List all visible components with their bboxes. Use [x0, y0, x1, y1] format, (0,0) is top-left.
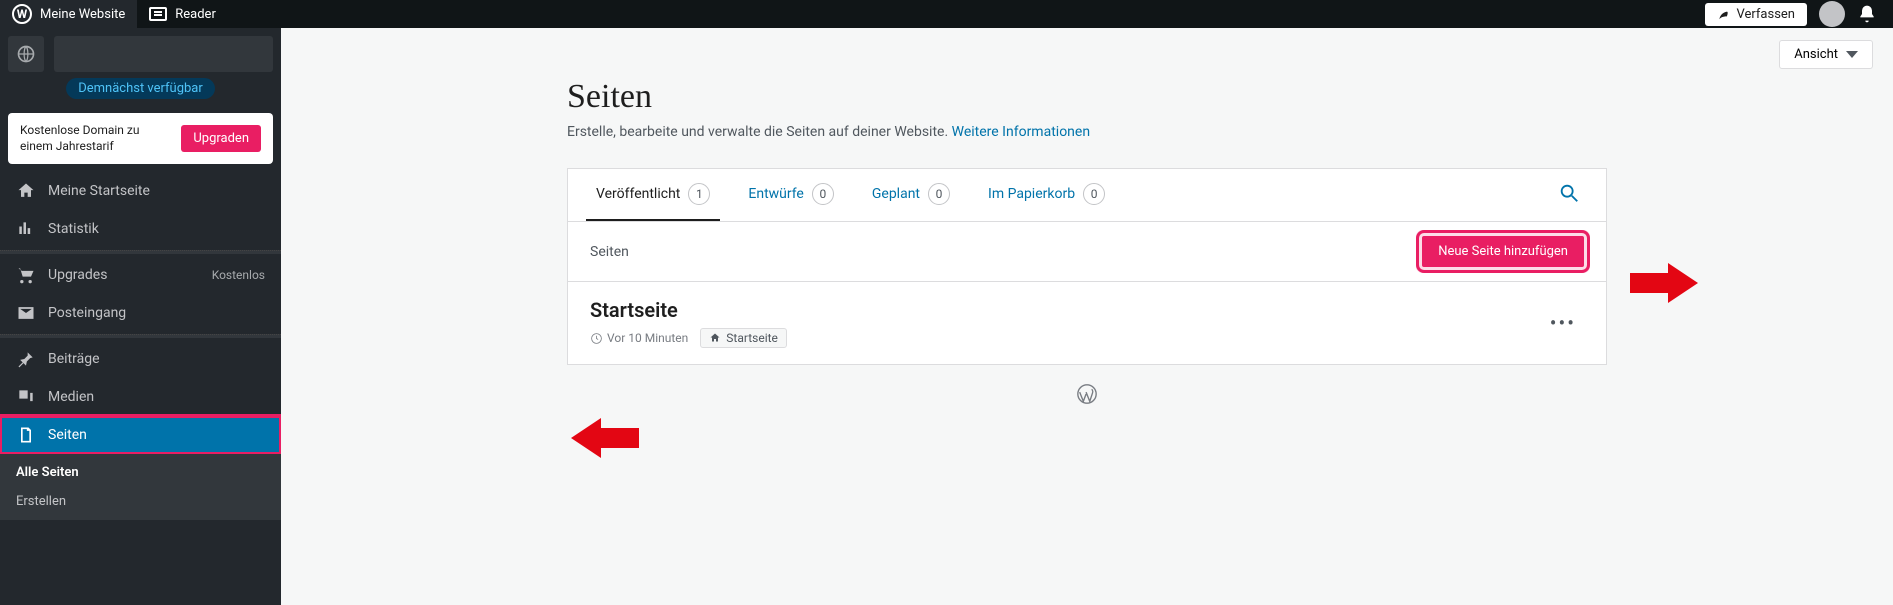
content-wrapper: Seiten Erstelle, bearbeite und verwalte … [547, 28, 1627, 447]
search-button[interactable] [1550, 174, 1588, 216]
my-site-label: Meine Website [40, 7, 125, 22]
sidebar-item-pages[interactable]: Seiten [0, 416, 281, 454]
home-badge: Startseite [700, 328, 787, 348]
stats-icon [16, 219, 36, 239]
clock-icon [590, 332, 603, 345]
view-toggle[interactable]: Ansicht [1779, 40, 1873, 69]
tab-count: 1 [688, 183, 710, 205]
page-description: Erstelle, bearbeite und verwalte die Sei… [567, 124, 1607, 140]
coming-soon-badge[interactable]: Demnächst verfügbar [66, 78, 215, 99]
sidebar-item-upgrades[interactable]: Upgrades Kostenlos [0, 256, 281, 294]
page-info: Startseite Vor 10 Minuten Startseite [590, 298, 787, 348]
submenu-create[interactable]: Erstellen [0, 487, 281, 516]
sidebar-item-media[interactable]: Medien [0, 378, 281, 416]
sidebar-item-label: Upgrades [48, 267, 200, 283]
reader-tab[interactable]: Reader [137, 0, 228, 28]
wp-footer [567, 365, 1607, 427]
media-icon [16, 387, 36, 407]
tab-published[interactable]: Veröffentlicht 1 [586, 169, 720, 221]
pages-icon [16, 425, 36, 445]
compose-button[interactable]: Verfassen [1705, 3, 1807, 26]
sidebar-item-label: Beiträge [48, 351, 265, 367]
pin-icon [16, 349, 36, 369]
upgrades-meta: Kostenlos [212, 268, 265, 282]
add-page-button[interactable]: Neue Seite hinzufügen [1422, 236, 1584, 267]
tab-label: Im Papierkorb [988, 186, 1075, 202]
reader-icon [149, 7, 167, 21]
upgrade-button[interactable]: Upgraden [181, 125, 261, 152]
page-row[interactable]: Startseite Vor 10 Minuten Startseite [568, 282, 1606, 364]
domain-promo-text: Kostenlose Domain zu einem Jahrestarif [20, 123, 171, 154]
page-time: Vor 10 Minuten [590, 331, 688, 345]
tab-drafts[interactable]: Entwürfe 0 [738, 169, 843, 221]
reader-label: Reader [175, 7, 216, 22]
home-icon [16, 181, 36, 201]
sidebar-item-stats[interactable]: Statistik [0, 210, 281, 248]
sidebar-nav: Meine Startseite Statistik Upgrades Kost… [0, 172, 281, 520]
domain-promo-box: Kostenlose Domain zu einem Jahrestarif U… [8, 113, 273, 164]
sidebar: Demnächst verfügbar Kostenlose Domain zu… [0, 28, 281, 605]
coming-soon-row: Demnächst verfügbar [8, 72, 273, 105]
section-label: Seiten [590, 244, 629, 260]
sidebar-item-label: Meine Startseite [48, 183, 265, 199]
my-site-tab[interactable]: W Meine Website [0, 0, 137, 28]
tabs-row: Veröffentlicht 1 Entwürfe 0 Geplant 0 Im… [568, 169, 1606, 222]
site-header: Demnächst verfügbar [0, 28, 281, 113]
pages-panel: Veröffentlicht 1 Entwürfe 0 Geplant 0 Im… [567, 168, 1607, 365]
wordpress-logo-icon [1076, 383, 1098, 405]
sidebar-item-label: Statistik [48, 221, 265, 237]
page-meta: Vor 10 Minuten Startseite [590, 328, 787, 348]
main-content: Ansicht Seiten Erstelle, bearbeite und v… [281, 28, 1893, 605]
nav-separator [0, 250, 281, 254]
leaf-icon [1717, 7, 1731, 21]
tab-count: 0 [812, 183, 834, 205]
page-desc-text: Erstelle, bearbeite und verwalte die Sei… [567, 124, 952, 140]
sidebar-item-posts[interactable]: Beiträge [0, 340, 281, 378]
search-icon [1558, 182, 1580, 204]
tab-scheduled[interactable]: Geplant 0 [862, 169, 960, 221]
chevron-down-icon [1846, 51, 1858, 58]
mail-icon [16, 303, 36, 323]
sidebar-item-label: Posteingang [48, 305, 265, 321]
tab-label: Geplant [872, 186, 920, 202]
sidebar-item-inbox[interactable]: Posteingang [0, 294, 281, 332]
view-toggle-label: Ansicht [1794, 47, 1838, 62]
submenu-all-pages[interactable]: Alle Seiten [0, 458, 281, 487]
avatar[interactable] [1819, 1, 1845, 27]
topbar: W Meine Website Reader Verfassen [0, 0, 1893, 28]
bell-icon[interactable] [1857, 4, 1877, 24]
topbar-right: Verfassen [1705, 0, 1893, 28]
sidebar-item-label: Medien [48, 389, 265, 405]
cart-icon [16, 265, 36, 285]
page-title: Seiten [567, 78, 1607, 116]
site-icon-box[interactable] [8, 36, 44, 72]
topbar-left: W Meine Website Reader [0, 0, 228, 28]
nav-separator [0, 334, 281, 338]
tab-label: Veröffentlicht [596, 186, 680, 202]
pages-submenu: Alle Seiten Erstellen [0, 454, 281, 520]
wordpress-logo-icon: W [12, 4, 32, 24]
compose-label: Verfassen [1737, 7, 1795, 22]
tab-count: 0 [928, 183, 950, 205]
globe-icon [16, 44, 36, 64]
tab-count: 0 [1083, 183, 1105, 205]
tab-label: Entwürfe [748, 186, 803, 202]
home-badge-text: Startseite [726, 331, 778, 345]
page-row-title: Startseite [590, 298, 787, 322]
tab-trash[interactable]: Im Papierkorb 0 [978, 169, 1115, 221]
sidebar-item-home[interactable]: Meine Startseite [0, 172, 281, 210]
more-button[interactable]: ••• [1542, 307, 1584, 339]
home-icon [709, 332, 721, 344]
section-header: Seiten Neue Seite hinzufügen [568, 222, 1606, 282]
more-info-link[interactable]: Weitere Informationen [952, 124, 1090, 140]
site-title-placeholder[interactable] [54, 36, 273, 72]
sidebar-item-label: Seiten [48, 427, 265, 443]
annotation-arrow-right [1628, 258, 1698, 308]
page-time-text: Vor 10 Minuten [607, 331, 688, 345]
